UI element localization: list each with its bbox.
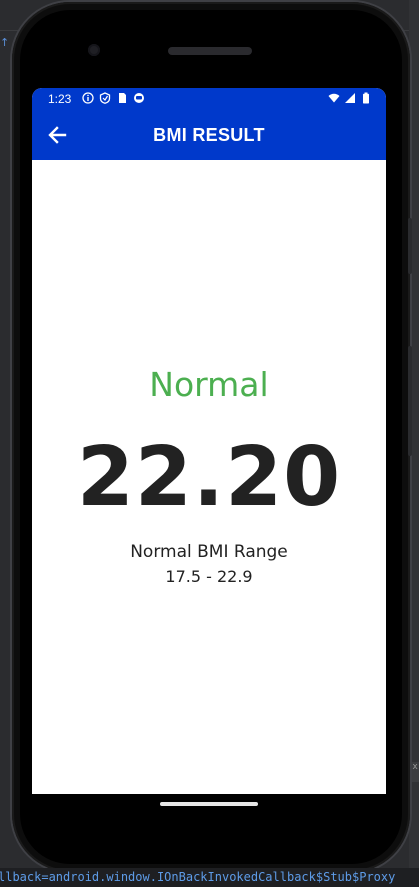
device-screen: 1:23 BMI RESULT Normal 22.20 Normal BMI … — [32, 88, 386, 794]
status-time: 1:23 — [48, 92, 72, 106]
wifi-icon — [328, 93, 340, 103]
front-camera — [88, 44, 100, 56]
ide-log-text: llback=android.window.IOnBackInvokedCall… — [0, 870, 396, 884]
bmi-category-label: Normal — [149, 365, 269, 404]
status-system-icons — [328, 92, 372, 104]
bmi-value: 22.20 — [76, 430, 342, 525]
signal-icon — [345, 93, 355, 103]
sim-card-icon — [119, 93, 126, 103]
status-bar: 1:23 — [32, 88, 386, 110]
ide-gutter-arrow-icon: ↑ — [0, 36, 10, 49]
result-content: Normal 22.20 Normal BMI Range 17.5 - 22.… — [32, 160, 386, 794]
page-title: BMI RESULT — [153, 125, 265, 145]
status-notification-icons — [82, 92, 145, 104]
normal-range-value: 17.5 - 22.9 — [165, 567, 253, 586]
app-bar: BMI RESULT — [32, 110, 386, 160]
face-icon — [134, 93, 144, 103]
battery-icon — [363, 92, 369, 104]
info-icon — [82, 92, 94, 104]
gesture-nav-handle[interactable] — [160, 802, 258, 806]
normal-range-label: Normal BMI Range — [130, 542, 288, 562]
ide-log-line: llback=android.window.IOnBackInvokedCall… — [0, 868, 419, 887]
power-button[interactable] — [408, 218, 412, 274]
volume-button[interactable] — [408, 346, 412, 456]
earpiece-speaker — [168, 47, 252, 55]
shield-icon — [99, 92, 111, 104]
